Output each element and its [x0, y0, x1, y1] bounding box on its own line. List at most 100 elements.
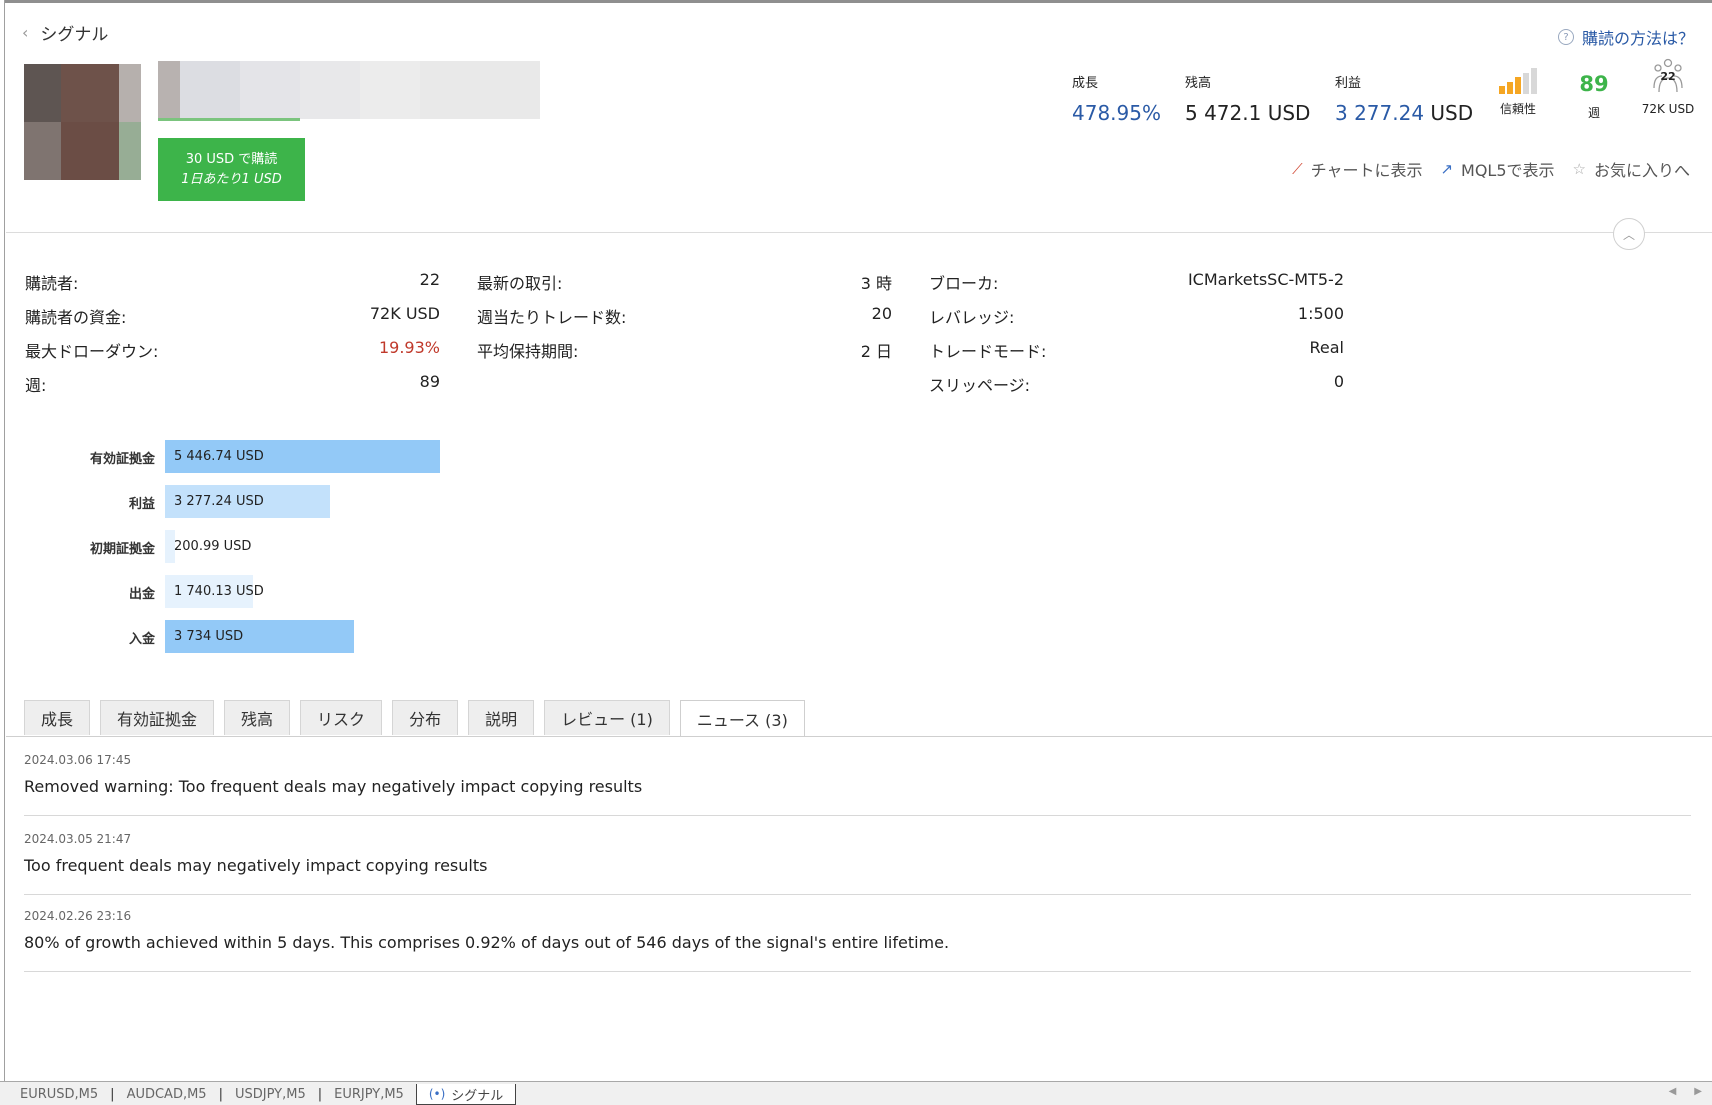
slippage-label: スリッページ:: [929, 376, 1031, 395]
reliability-label: 信頼性: [1499, 102, 1536, 116]
subscribers-label: 購読者:: [25, 274, 79, 293]
balance-stat: 残高 5 472.1 USD: [1185, 72, 1310, 125]
leverage-label: レバレッジ:: [929, 308, 1015, 327]
weeks-indicator: 89 週: [1574, 72, 1614, 121]
subscriber-funds-label: 購読者の資金:: [25, 308, 127, 327]
bar-value-label: 200.99 USD: [174, 539, 252, 554]
scroll-left-icon[interactable]: ◀: [1669, 1086, 1677, 1097]
news-text: 80% of growth achieved within 5 days. Th…: [24, 933, 950, 952]
info-row: 購読者: 22: [25, 270, 440, 294]
show-on-chart-link[interactable]: ⟋ チャートに表示: [1292, 157, 1422, 181]
chart-tab-label: USDJPY,M5: [234, 1087, 306, 1102]
reliability-bar: [1523, 72, 1529, 94]
tab[interactable]: 成長: [24, 700, 91, 735]
info-row: レバレッジ: 1:500: [929, 304, 1344, 328]
info-row: 最大ドローダウン: 19.93%: [25, 338, 440, 362]
add-favorite-link[interactable]: ☆ お気に入りへ: [1573, 157, 1690, 181]
info-row: トレードモード: Real: [929, 338, 1344, 362]
bar-value-label: 5 446.74 USD: [174, 449, 264, 464]
reliability-bar: [1507, 81, 1513, 94]
avg-holding-label: 平均保持期間:: [477, 342, 579, 361]
broker-label: ブローカ:: [929, 274, 999, 293]
tab[interactable]: レビュー (1): [544, 700, 670, 735]
trade-mode-label: トレードモード:: [929, 342, 1047, 361]
info-row: 週当たりトレード数: 20: [477, 304, 892, 328]
external-link-icon: ↗: [1440, 160, 1454, 178]
profit-stat: 利益 3 277.24 USD: [1335, 72, 1473, 125]
max-drawdown-value: 19.93%: [378, 338, 440, 357]
header-divider: [6, 232, 1712, 233]
add-favorite-label: お気に入りへ: [1593, 161, 1690, 180]
chart-tab[interactable]: AUDCAD,M5: [115, 1087, 219, 1102]
signal-name-blurred: [158, 61, 540, 121]
show-on-chart-label: チャートに表示: [1310, 161, 1423, 180]
growth-label: 成長: [1072, 76, 1099, 91]
growth-value: 478.95%: [1072, 101, 1161, 125]
max-drawdown-label: 最大ドローダウン:: [25, 342, 159, 361]
weeks-value: 89: [1579, 72, 1609, 96]
weeks-label: 週: [1587, 106, 1600, 120]
chart-tab[interactable]: EURJPY,M5: [322, 1087, 416, 1102]
news-text: Too frequent deals may negatively impact…: [24, 856, 488, 875]
collapse-button[interactable]: ︿: [1613, 218, 1645, 250]
chart-tab[interactable]: EURUSD,M5: [8, 1087, 110, 1102]
tab[interactable]: 説明: [468, 700, 535, 735]
news-item: 2024.03.05 21:47 Too frequent deals may n…: [24, 832, 1691, 895]
weeks-info-label: 週:: [25, 376, 47, 395]
chart-tab[interactable]: (•) シグナル: [415, 1084, 517, 1105]
chart-tab-label: シグナル: [451, 1088, 504, 1104]
subscribers-indicator: 22 72K USD: [1638, 58, 1698, 116]
profit-label: 利益: [1335, 76, 1362, 91]
tab[interactable]: ニュース (3): [679, 700, 805, 737]
tab[interactable]: 有効証拠金: [100, 700, 215, 735]
tab-divider: [6, 736, 1712, 737]
news-date: 2024.03.06 17:45: [24, 753, 132, 767]
avg-holding-value: 2 日: [860, 342, 892, 361]
show-on-mql5-link[interactable]: ↗ MQL5で表示: [1440, 157, 1554, 181]
subscribe-button[interactable]: 30 USD で購読 1日あたり1 USD: [158, 138, 305, 201]
info-row: スリッページ: 0: [929, 372, 1344, 396]
tab[interactable]: 残高: [224, 700, 291, 735]
bar-value-label: 3 734 USD: [174, 629, 244, 644]
star-icon: ☆: [1572, 160, 1586, 178]
subscribers-value: 22: [419, 270, 440, 289]
subscribers-icon: 22: [1649, 58, 1687, 96]
subscriber-funds-value: 72K USD: [369, 304, 440, 323]
balance-label: 残高: [1185, 76, 1212, 91]
reliability-indicator: 信頼性: [1494, 68, 1542, 117]
news-separator: [24, 971, 1691, 972]
bar-category-label: 初期証拠金: [89, 542, 155, 557]
back-link[interactable]: ‹ シグナル: [22, 20, 108, 45]
info-row: 週: 89: [25, 372, 440, 396]
chevron-up-icon: ︿: [1622, 227, 1635, 242]
howto-link[interactable]: ? 購読の方法は？: [1557, 25, 1694, 49]
window-top-border: [0, 0, 1712, 3]
profit-unit: USD: [1430, 101, 1474, 125]
news-separator: [24, 894, 1691, 895]
news-date: 2024.02.26 23:16: [24, 909, 132, 923]
leverage-value: 1:500: [1297, 304, 1344, 323]
tab[interactable]: 分布: [392, 700, 459, 735]
tab[interactable]: リスク: [300, 700, 383, 735]
chart-icon: ⟋: [1292, 160, 1303, 178]
growth-stat: 成長 478.95%: [1072, 72, 1161, 125]
latest-trade-label: 最新の取引:: [477, 274, 563, 293]
trade-mode-value: Real: [1309, 338, 1345, 357]
info-row: 平均保持期間: 2 日: [477, 338, 892, 362]
avatar: [24, 64, 141, 180]
action-links: ⟋ チャートに表示 ↗ MQL5で表示 ☆ お気に入りへ: [1292, 157, 1690, 181]
show-on-mql5-label: MQL5で表示: [1461, 161, 1555, 180]
signal-icon: (•): [428, 1087, 446, 1101]
bar-category-label: 利益: [128, 497, 155, 512]
tab-bar: 成長 有効証拠金 残高 リスク 分布 説明 レビュー (1) ニュース (3): [24, 700, 805, 737]
scroll-right-icon[interactable]: ▶: [1694, 1086, 1702, 1097]
tab-scroll: ◀ ▶: [1669, 1086, 1702, 1097]
reliability-bar: [1499, 86, 1505, 94]
reliability-bar: [1515, 77, 1521, 94]
subscribe-per-day: 1日あたり1 USD: [181, 171, 282, 187]
chart-tab[interactable]: USDJPY,M5: [223, 1087, 318, 1102]
reliability-bar: [1531, 68, 1537, 94]
info-row: 最新の取引: 3 時: [477, 270, 892, 294]
subscribers-count: 22: [1660, 70, 1676, 83]
balance-value: 5 472.1 USD: [1185, 101, 1311, 125]
